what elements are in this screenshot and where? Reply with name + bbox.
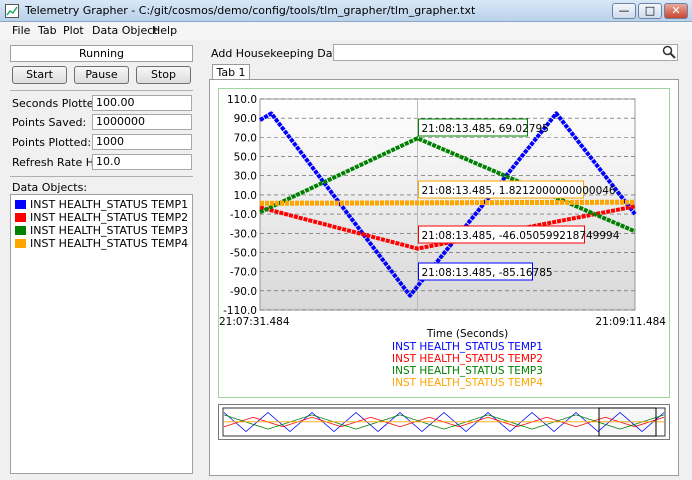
list-item[interactable]: INST HEALTH_STATUS TEMP4	[15, 237, 188, 250]
menu-tab[interactable]: Tab	[38, 24, 57, 37]
start-button[interactable]: Start	[12, 66, 67, 84]
menu-plot[interactable]: Plot	[63, 24, 84, 37]
minimize-button[interactable]: —	[612, 3, 636, 19]
y-tick-label: 110.0	[227, 94, 257, 106]
data-object-name: INST HEALTH_STATUS TEMP4	[30, 237, 189, 250]
x-start-label: 21:07:31.484	[219, 316, 290, 328]
y-tick-label: -50.0	[230, 247, 257, 259]
status-display: Running	[10, 45, 193, 62]
data-object-name: INST HEALTH_STATUS TEMP3	[30, 224, 189, 237]
maximize-button[interactable]: □	[638, 3, 662, 19]
pause-button[interactable]: Pause	[74, 66, 129, 84]
stop-button[interactable]: Stop	[136, 66, 191, 84]
data-objects-list[interactable]: INST HEALTH_STATUS TEMP1 INST HEALTH_STA…	[10, 194, 193, 474]
refresh-rate-field[interactable]: 10.0	[92, 154, 192, 170]
color-swatch	[15, 239, 26, 248]
color-swatch	[15, 226, 26, 235]
data-label: 21:08:13.485, -85.16785	[422, 267, 553, 279]
menu-help[interactable]: Help	[152, 24, 177, 37]
legend-item: INST HEALTH_STATUS TEMP4	[392, 377, 543, 389]
y-tick-label: -10.0	[230, 209, 257, 221]
list-item[interactable]: INST HEALTH_STATUS TEMP1	[15, 198, 188, 211]
divider	[10, 176, 193, 177]
color-swatch	[15, 200, 26, 209]
color-swatch	[15, 213, 26, 222]
data-object-name: INST HEALTH_STATUS TEMP2	[30, 211, 189, 224]
y-tick-label: 70.0	[234, 132, 257, 144]
list-item[interactable]: INST HEALTH_STATUS TEMP2	[15, 211, 188, 224]
y-tick-label: 90.0	[234, 113, 257, 125]
x-end-label: 21:09:11.484	[595, 316, 666, 328]
legend-item: INST HEALTH_STATUS TEMP3	[392, 365, 543, 377]
housekeeping-search-input[interactable]	[333, 44, 678, 61]
title-bar: Telemetry Grapher - C:/git/cosmos/demo/c…	[0, 0, 692, 22]
menu-file[interactable]: File	[12, 24, 30, 37]
data-label: 21:08:13.485, 1.8212000000000046	[422, 185, 616, 197]
overview-graph[interactable]	[218, 404, 670, 440]
y-tick-label: -70.0	[230, 267, 257, 279]
y-tick-label: -30.0	[230, 228, 257, 240]
y-tick-label: 10.0	[234, 190, 257, 202]
y-tick-label: 30.0	[234, 171, 257, 183]
plot-area[interactable]: 110.0 90.0 70.0 50.0 30.0 10.0 -10.0 -30.0 -50.0…	[218, 88, 670, 398]
points-saved-field[interactable]: 1000000	[92, 114, 192, 130]
list-item[interactable]: INST HEALTH_STATUS TEMP3	[15, 224, 188, 237]
seconds-plotted-field[interactable]: 100.00	[92, 95, 192, 111]
y-tick-label: -90.0	[230, 286, 257, 298]
data-objects-label: Data Objects:	[12, 181, 88, 194]
points-plotted-field[interactable]: 1000	[92, 134, 192, 150]
x-axis-label: Time (Seconds)	[426, 328, 508, 340]
telemetry-chart[interactable]: 110.0 90.0 70.0 50.0 30.0 10.0 -10.0 -30.0 -50.0…	[219, 89, 669, 397]
tab-1[interactable]: Tab 1	[212, 64, 250, 80]
divider	[10, 90, 193, 91]
window-title: Telemetry Grapher - C:/git/cosmos/demo/c…	[25, 4, 476, 17]
points-saved-label: Points Saved:	[12, 116, 87, 129]
seconds-plotted-label: Seconds Plotted:	[12, 97, 105, 110]
menu-data-object[interactable]: Data Object	[92, 24, 158, 37]
refresh-rate-label: Refresh Rate Hz:	[12, 156, 104, 169]
legend-item: INST HEALTH_STATUS TEMP2	[392, 353, 543, 365]
menu-bar: File Tab Plot Data Object Help	[0, 22, 692, 40]
data-label: 21:08:13.485, -46.050599218749994	[422, 230, 620, 242]
y-tick-label: 50.0	[234, 152, 257, 164]
search-icon[interactable]	[662, 45, 676, 59]
overview-viewport-window	[598, 407, 657, 437]
data-label: 21:08:13.485, 69.02795	[422, 123, 549, 135]
points-plotted-label: Points Plotted:	[12, 136, 92, 149]
close-button[interactable]: ✕	[664, 3, 688, 19]
overview-chart[interactable]	[219, 405, 669, 439]
legend-item: INST HEALTH_STATUS TEMP1	[392, 341, 543, 353]
app-icon	[5, 4, 19, 18]
series-line-4	[259, 199, 636, 206]
data-object-name: INST HEALTH_STATUS TEMP1	[30, 198, 189, 211]
